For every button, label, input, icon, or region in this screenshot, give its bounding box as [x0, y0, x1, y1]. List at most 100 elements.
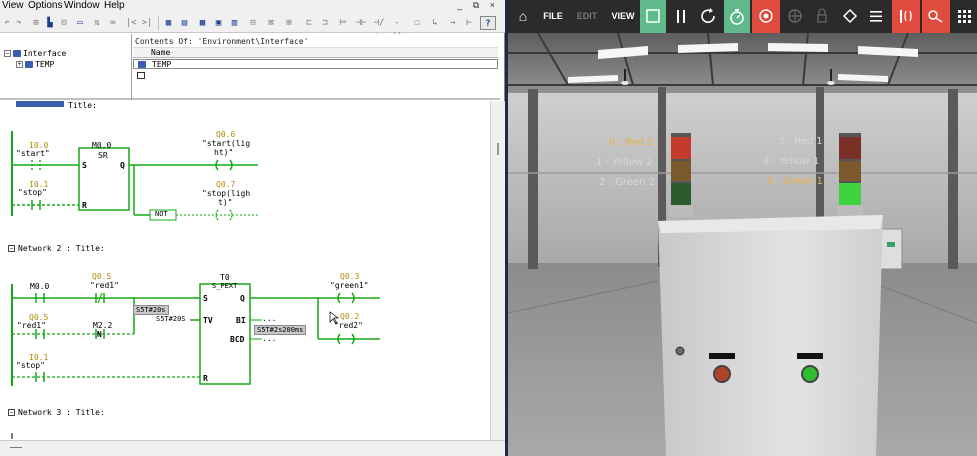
symbol-icon[interactable]: ⊠	[264, 16, 278, 30]
tower-label-yellow1: 4 : Yellow 1	[763, 156, 820, 167]
file-menu[interactable]: FILE	[540, 0, 566, 33]
reset-icon[interactable]	[696, 0, 722, 33]
network-2-header[interactable]: − Network 2 : Title:	[8, 244, 105, 253]
stl-view-icon[interactable]: ▤	[178, 16, 191, 30]
lock-icon[interactable]	[810, 0, 834, 33]
tower-label-red1: 3 : Red 1	[778, 136, 823, 147]
menu-window[interactable]: Window	[64, 0, 100, 11]
info-icon[interactable]: ⊞	[282, 16, 296, 30]
window-controls[interactable]: _ ⧉ ×	[457, 0, 499, 11]
stop-pushbutton[interactable]	[714, 366, 730, 382]
coil-icon[interactable]: -()	[390, 16, 404, 42]
collapse-icon[interactable]: −	[4, 50, 11, 57]
redo-icon[interactable]: ↷	[14, 16, 24, 30]
selector-switch[interactable]	[676, 347, 684, 355]
scroll-thumb[interactable]	[497, 143, 499, 155]
undo-icon[interactable]: ↶	[2, 16, 12, 30]
key-icon[interactable]	[922, 0, 950, 33]
start-pushbutton[interactable]	[802, 366, 818, 382]
lad-view-icon[interactable]: ▦	[162, 16, 175, 30]
stop-icon[interactable]	[640, 0, 666, 33]
contact-i00-symbol[interactable]: "start"	[16, 149, 50, 158]
monitor-icon[interactable]: ▭	[74, 16, 86, 30]
sensor-icon[interactable]	[782, 0, 808, 33]
editor-toolbar: ↶ ↷ ⊞ ▙ ⊡ ▭ ⇅ ∞ |< >| ▦ ▤ ▩ ▣ ▥ ⊟ ⊠ ⊞ ⊏ …	[0, 13, 505, 42]
timer-bi-value[interactable]: ...	[262, 314, 276, 323]
compare-icon[interactable]: ⇅	[90, 16, 104, 30]
close-branch-icon[interactable]: ⊐	[318, 16, 332, 30]
ladder-editor: Title: I0.0 "start" M0.0 SR S Q R I0.1 "…	[0, 101, 490, 440]
timer-preset-value[interactable]: S5T#20S	[156, 315, 186, 323]
list-icon[interactable]	[864, 0, 888, 33]
edit-menu[interactable]: EDIT	[574, 0, 600, 33]
empty-box-icon[interactable]: ☐	[410, 16, 424, 30]
timer-r-pin: R	[203, 374, 208, 383]
step7-editor-window: View Options Window Help _ ⧉ × ↶ ↷ ⊞ ▙ ⊡…	[0, 0, 505, 456]
timer-address[interactable]: T0	[220, 273, 230, 282]
contents-header: Contents Of: 'Environment\Interface'	[135, 37, 309, 46]
menu-options[interactable]: Options	[28, 0, 62, 11]
timer-type-label: S_PEXT	[212, 282, 238, 290]
branch-icon[interactable]: ⊏	[302, 16, 316, 30]
view-menu[interactable]: VIEW	[609, 0, 637, 33]
interface-tree: − Interface + TEMP	[0, 34, 132, 100]
name-column-header[interactable]: Name	[133, 47, 498, 58]
temp-row-icon	[138, 61, 146, 68]
overview-icon[interactable]: ▣	[212, 16, 225, 30]
network-2-collapse-icon[interactable]: −	[8, 245, 15, 252]
coil-q03-symbol[interactable]: "green1"	[330, 281, 369, 290]
coil-q07-symbol[interactable]: "stop(ligh	[202, 189, 250, 198]
ladder-scrollbar[interactable]	[490, 101, 505, 440]
contact-i01-symbol[interactable]: "stop"	[18, 188, 47, 197]
contact-q05b-symbol[interactable]: "red1"	[17, 321, 46, 330]
help-icon[interactable]: ?	[480, 16, 496, 30]
grid-icon[interactable]	[952, 0, 976, 33]
coil-q02-symbol[interactable]: "red2"	[334, 321, 363, 330]
network-3-header[interactable]: − Network 3 : Title:	[8, 408, 105, 417]
diamond-icon[interactable]	[838, 0, 862, 33]
open-block-icon[interactable]: ⊞	[30, 16, 42, 30]
download-icon[interactable]: ▙	[44, 16, 56, 30]
next-network-icon[interactable]: >|	[140, 16, 154, 30]
timer-preset-status: S5T#20s	[133, 305, 169, 315]
not-element[interactable]: NOT	[155, 210, 168, 218]
new-item-icon[interactable]	[137, 72, 145, 79]
menu-view[interactable]: View	[2, 0, 24, 11]
tree-item-interface[interactable]: − Interface	[4, 49, 66, 58]
prev-network-icon[interactable]: |<	[124, 16, 138, 30]
insert-network-icon[interactable]: ⊟	[246, 16, 260, 30]
online-icon[interactable]: ∞	[106, 16, 120, 30]
timer-speed-icon[interactable]	[724, 0, 750, 33]
contact-q05-symbol[interactable]: "red1"	[90, 281, 119, 290]
no-contact-icon[interactable]: ⊣⊢	[354, 16, 368, 30]
fbd-view-icon[interactable]: ▩	[196, 16, 209, 30]
home-icon[interactable]: ⌂	[512, 0, 534, 33]
nc-contact-icon[interactable]: ⊣/⊢	[372, 16, 386, 42]
parallel-icon[interactable]: ⊨	[336, 16, 350, 30]
jump-icon[interactable]: →	[446, 16, 460, 30]
open-branch-icon[interactable]: ⊢	[462, 16, 476, 30]
contents-row-temp[interactable]: TEMP	[133, 59, 498, 69]
contact-m22-address[interactable]: M2.2	[93, 321, 112, 330]
menu-help[interactable]: Help	[104, 0, 125, 11]
expand-icon[interactable]: +	[16, 61, 23, 68]
coil-q06-symbol[interactable]: "start(lig	[202, 139, 250, 148]
network-3-collapse-icon[interactable]: −	[8, 409, 15, 416]
upload-icon[interactable]: ⊡	[58, 16, 70, 30]
sr-address: M0.0	[92, 141, 112, 150]
pause-icon[interactable]	[668, 0, 694, 33]
interface-icon	[13, 50, 21, 57]
contact-m00-address[interactable]: M0.0	[30, 282, 49, 291]
contact-i01-symbol-n2[interactable]: "stop"	[16, 361, 45, 370]
coil-q07-address: Q0.7	[216, 180, 236, 189]
tree-item-temp[interactable]: + TEMP	[16, 60, 54, 69]
coil-q06-symbol-cont: ht)"	[214, 148, 234, 157]
sim-toolbar: ⌂ FILE EDIT VIEW	[508, 0, 977, 33]
plc-icon[interactable]	[892, 0, 920, 33]
contents-list: Contents Of: 'Environment\Interface' Nam…	[133, 34, 500, 100]
camera-icon[interactable]	[752, 0, 780, 33]
timer-bcd-value[interactable]: ...	[262, 334, 276, 343]
connect-icon[interactable]: ↳	[428, 16, 442, 30]
detail-icon[interactable]: ▥	[228, 16, 241, 30]
tower-label-red2: 0 : Red 2	[609, 137, 654, 148]
